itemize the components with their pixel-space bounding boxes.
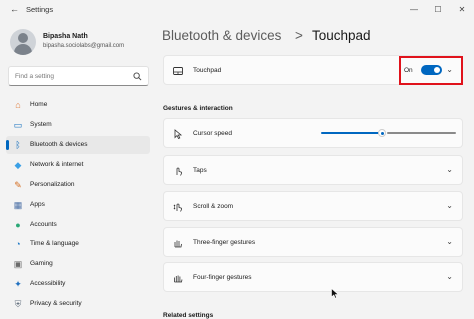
search-box[interactable]: Find a setting xyxy=(8,66,149,86)
taps-card[interactable]: Taps ⌄ xyxy=(163,155,463,185)
section-gestures-title: Gestures & interaction xyxy=(163,105,233,112)
section-related-title: Related settings xyxy=(163,312,214,319)
close-button[interactable]: ✕ xyxy=(450,0,474,20)
taps-label: Taps xyxy=(193,167,207,174)
globe-clock-icon: ◔ xyxy=(15,239,21,249)
chevron-down-icon[interactable]: ⌄ xyxy=(446,272,453,281)
chevron-down-icon[interactable]: ⌄ xyxy=(446,201,453,210)
cursor-speed-slider-thumb[interactable] xyxy=(378,129,386,137)
four-finger-icon xyxy=(174,275,183,283)
cursor-arrow-icon xyxy=(174,129,183,139)
search-icon[interactable] xyxy=(133,72,142,81)
slider-track-filled[interactable] xyxy=(321,132,379,134)
sidebar-item-label: Privacy & security xyxy=(30,300,82,307)
sidebar-item-label: Apps xyxy=(30,201,45,208)
breadcrumb-separator: > xyxy=(295,28,303,43)
three-finger-gestures-card[interactable]: Three-finger gestures ⌄ xyxy=(163,227,463,257)
toggle-state-text: On xyxy=(404,67,413,74)
sidebar-item-label: Accounts xyxy=(30,221,57,228)
search-placeholder[interactable]: Find a setting xyxy=(15,73,54,80)
bluetooth-icon: ᛒ xyxy=(15,140,21,150)
sidebar-item-accounts[interactable]: ● Accounts xyxy=(6,216,150,234)
scroll-icon xyxy=(173,203,182,212)
four-finger-gestures-card[interactable]: Four-finger gestures ⌄ xyxy=(163,262,463,292)
three-finger-gestures-label: Three-finger gestures xyxy=(193,239,256,246)
sidebar-item-home[interactable]: ⌂ Home xyxy=(6,96,150,114)
mouse-pointer-icon xyxy=(331,288,339,299)
sidebar-item-label: Personalization xyxy=(30,181,75,188)
sidebar-item-network-internet[interactable]: ◆ Network & internet xyxy=(6,156,150,174)
cursor-speed-label: Cursor speed xyxy=(193,130,233,137)
scroll-zoom-card[interactable]: Scroll & zoom ⌄ xyxy=(163,191,463,221)
sidebar-item-privacy-security[interactable]: ⛨ Privacy & security xyxy=(6,295,150,313)
avatar-body xyxy=(14,44,32,55)
sidebar-item-gaming[interactable]: ▣ Gaming xyxy=(6,255,150,273)
touchpad-toggle[interactable] xyxy=(421,65,442,75)
touchpad-icon xyxy=(173,67,183,75)
sidebar-item-label: Network & internet xyxy=(30,161,84,168)
user-name: Bipasha Nath xyxy=(43,33,88,40)
sidebar-item-label: Time & language xyxy=(30,240,79,247)
accessibility-icon: ✦ xyxy=(14,279,22,289)
sidebar-item-accessibility[interactable]: ✦ Accessibility xyxy=(6,275,150,293)
apps-icon: ▦ xyxy=(13,200,23,210)
tap-icon xyxy=(176,167,182,176)
touchpad-label: Touchpad xyxy=(193,67,222,74)
sidebar-item-label: Bluetooth & devices xyxy=(30,141,88,148)
person-icon: ● xyxy=(15,220,21,230)
sidebar-item-label: Home xyxy=(30,101,48,108)
wifi-icon: ◆ xyxy=(14,160,22,170)
gamepad-icon: ▣ xyxy=(13,259,23,269)
page-title: Touchpad xyxy=(312,28,371,43)
toggle-knob xyxy=(434,67,440,73)
three-finger-icon xyxy=(174,240,182,248)
shield-icon: ⛨ xyxy=(14,299,22,309)
sidebar-item-system[interactable]: ▭ System xyxy=(6,116,150,134)
sidebar-item-time-language[interactable]: ◔ Time & language xyxy=(6,235,150,253)
user-email: bipasha.sociolabs@gmail.com xyxy=(43,43,125,49)
active-indicator xyxy=(6,140,9,150)
back-arrow-icon[interactable]: ← xyxy=(10,4,19,14)
four-finger-gestures-label: Four-finger gestures xyxy=(193,274,252,281)
display-icon: ▭ xyxy=(13,120,23,130)
sidebar-item-personalization[interactable]: ✎ Personalization xyxy=(6,176,150,194)
sidebar-item-label: Gaming xyxy=(30,260,53,267)
sidebar-item-bluetooth-devices[interactable]: ᛒ Bluetooth & devices xyxy=(6,136,150,154)
chevron-down-icon[interactable]: ⌄ xyxy=(446,165,453,174)
window-title: Settings xyxy=(26,5,54,14)
brush-icon: ✎ xyxy=(14,180,22,190)
home-icon: ⌂ xyxy=(15,100,21,110)
sidebar-item-label: Accessibility xyxy=(30,280,66,287)
sidebar-item-apps[interactable]: ▦ Apps xyxy=(6,196,150,214)
scroll-zoom-label: Scroll & zoom xyxy=(193,203,234,210)
minimize-button[interactable]: — xyxy=(402,0,426,20)
sidebar-item-label: System xyxy=(30,121,52,128)
maximize-button[interactable]: ☐ xyxy=(426,0,450,20)
breadcrumb-parent[interactable]: Bluetooth & devices xyxy=(162,28,281,43)
avatar[interactable] xyxy=(10,29,36,55)
title-bar: ← Settings — ☐ ✕ xyxy=(0,0,474,20)
slider-track-empty[interactable] xyxy=(387,132,456,134)
chevron-down-icon[interactable]: ⌄ xyxy=(446,237,453,246)
avatar-head xyxy=(18,33,28,43)
